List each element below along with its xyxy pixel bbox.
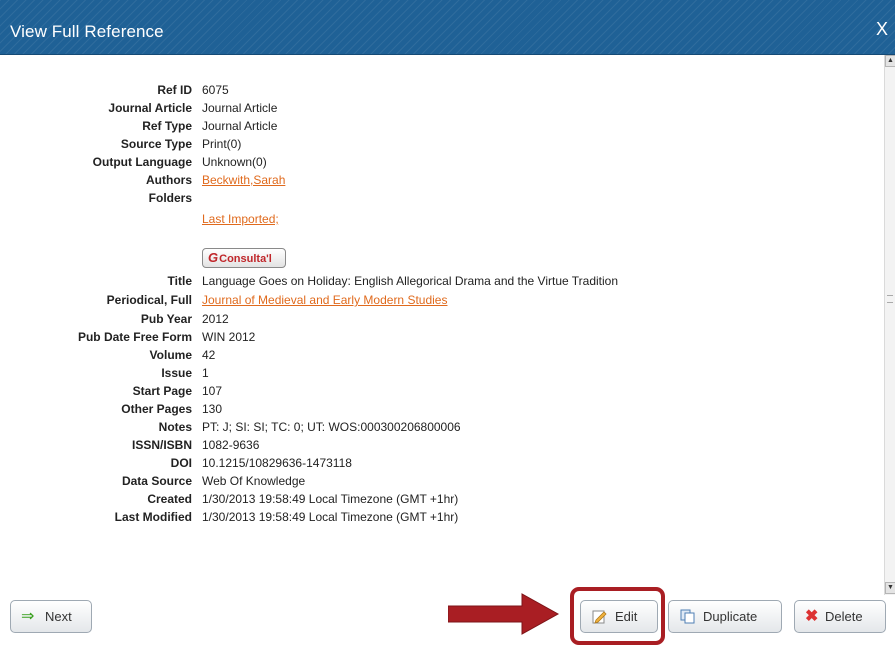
close-button[interactable]: X: [876, 19, 888, 40]
duplicate-icon: [680, 609, 695, 624]
field-row-volume: Volume 42: [0, 347, 860, 364]
field-label: Periodical, Full: [106, 293, 192, 307]
field-row-source-type: Source Type Print(0): [0, 136, 860, 153]
red-x-icon: ✖: [805, 608, 819, 625]
field-row-notes: Notes PT: J; SI: SI; TC: 0; UT: WOS:0003…: [0, 419, 860, 436]
dialog-title: View Full Reference: [10, 22, 164, 41]
field-label: Output Language: [92, 155, 192, 169]
field-value: 2012: [202, 312, 229, 326]
field-value: 10.1215/10829636-1473118: [202, 456, 352, 470]
field-label: Authors: [146, 173, 192, 187]
duplicate-button[interactable]: Duplicate: [668, 600, 782, 633]
dialog-titlebar: View Full Reference X: [0, 0, 895, 55]
field-row-authors: Authors Beckwith,Sarah: [0, 172, 860, 189]
field-value: 1: [202, 366, 209, 380]
field-row-last-modified: Last Modified 1/30/2013 19:58:49 Local T…: [0, 509, 860, 526]
edit-label: Edit: [615, 609, 638, 624]
field-label: Folders: [148, 191, 192, 205]
field-row-other-pages: Other Pages 130: [0, 401, 860, 418]
arrow-right-icon: ⇒: [21, 608, 35, 625]
consulta-label: Consulta'l: [219, 253, 272, 265]
field-row-start-page: Start Page 107: [0, 383, 860, 400]
field-value: 1/30/2013 19:58:49 Local Timezone (GMT +…: [202, 492, 459, 506]
field-value: PT: J; SI: SI; TC: 0; UT: WOS:0003002068…: [202, 420, 461, 434]
field-row-output-language: Output Language Unknown(0): [0, 154, 860, 171]
field-value: Unknown(0): [202, 155, 267, 169]
field-row-data-source: Data Source Web Of Knowledge: [0, 473, 860, 490]
field-row-doi: DOI 10.1215/10829636-1473118: [0, 455, 860, 472]
field-value: Print(0): [202, 137, 242, 151]
field-label: Start Page: [132, 384, 192, 398]
field-row-issue: Issue 1: [0, 365, 860, 382]
field-value: 1/30/2013 19:58:49 Local Timezone (GMT +…: [202, 510, 459, 524]
field-label: Journal Article: [108, 101, 192, 115]
field-label: Volume: [149, 348, 192, 362]
reference-details: Ref ID 6075 Journal Article Journal Arti…: [0, 55, 880, 590]
field-label: Ref ID: [157, 83, 192, 97]
field-row-folders: Folders: [0, 190, 860, 207]
field-value: Web Of Knowledge: [202, 474, 306, 488]
consulta-logo-icon: G: [208, 250, 219, 265]
field-row-pub-year: Pub Year 2012: [0, 311, 860, 328]
field-row-title: Title Language Goes on Holiday: English …: [0, 273, 860, 290]
field-row-ref-type: Ref Type Journal Article: [0, 118, 860, 135]
field-label: Pub Year: [140, 312, 192, 326]
delete-label: Delete: [825, 609, 863, 624]
field-value: 6075: [202, 83, 229, 97]
field-label: Source Type: [120, 137, 192, 151]
scroll-up-arrow-icon[interactable]: ▲: [885, 55, 895, 67]
field-value: Journal Article: [202, 119, 278, 133]
field-value: Language Goes on Holiday: English Allego…: [202, 274, 619, 288]
consulta-button[interactable]: GConsulta'l: [202, 248, 286, 268]
field-label: ISSN/ISBN: [131, 438, 192, 452]
field-row-periodical: Periodical, Full Journal of Medieval and…: [0, 292, 860, 309]
field-row-issn-isbn: ISSN/ISBN 1082-9636: [0, 437, 860, 454]
field-value: Journal Article: [202, 101, 278, 115]
pencil-icon: [592, 610, 607, 624]
field-value: WIN 2012: [202, 330, 256, 344]
field-value: 1082-9636: [202, 438, 260, 452]
field-label: Last Modified: [114, 510, 192, 524]
periodical-link[interactable]: Journal of Medieval and Early Modern Stu…: [202, 292, 447, 309]
author-link[interactable]: Beckwith,Sarah: [202, 172, 285, 189]
field-value: 130: [202, 402, 223, 416]
field-value: 42: [202, 348, 216, 362]
field-label: Title: [167, 274, 192, 288]
duplicate-label: Duplicate: [703, 609, 758, 624]
field-label: DOI: [170, 456, 192, 470]
field-label: Created: [147, 492, 192, 506]
field-label: Pub Date Free Form: [77, 330, 192, 344]
scroll-grip-icon[interactable]: [887, 295, 893, 303]
next-button[interactable]: ⇒ Next: [10, 600, 92, 633]
field-label: Ref Type: [142, 119, 192, 133]
field-row-folder-link: Last Imported;: [0, 211, 860, 228]
field-value: 107: [202, 384, 223, 398]
callout-arrow-icon: [448, 593, 560, 635]
scroll-down-arrow-icon[interactable]: ▼: [885, 582, 895, 594]
field-label: Notes: [158, 420, 192, 434]
field-row-journal-article: Journal Article Journal Article: [0, 100, 860, 117]
field-label: Data Source: [121, 474, 192, 488]
vertical-scrollbar[interactable]: ▲ ▼: [884, 55, 895, 595]
field-row-pub-date-free-form: Pub Date Free Form WIN 2012: [0, 329, 860, 346]
field-label: Issue: [161, 366, 192, 380]
delete-button[interactable]: ✖ Delete: [794, 600, 886, 633]
field-label: Other Pages: [121, 402, 192, 416]
next-label: Next: [45, 609, 72, 624]
folder-link-last-imported[interactable]: Last Imported;: [202, 211, 279, 228]
field-row-ref-id: Ref ID 6075: [0, 82, 860, 99]
edit-button[interactable]: Edit: [580, 600, 658, 633]
field-row-created: Created 1/30/2013 19:58:49 Local Timezon…: [0, 491, 860, 508]
